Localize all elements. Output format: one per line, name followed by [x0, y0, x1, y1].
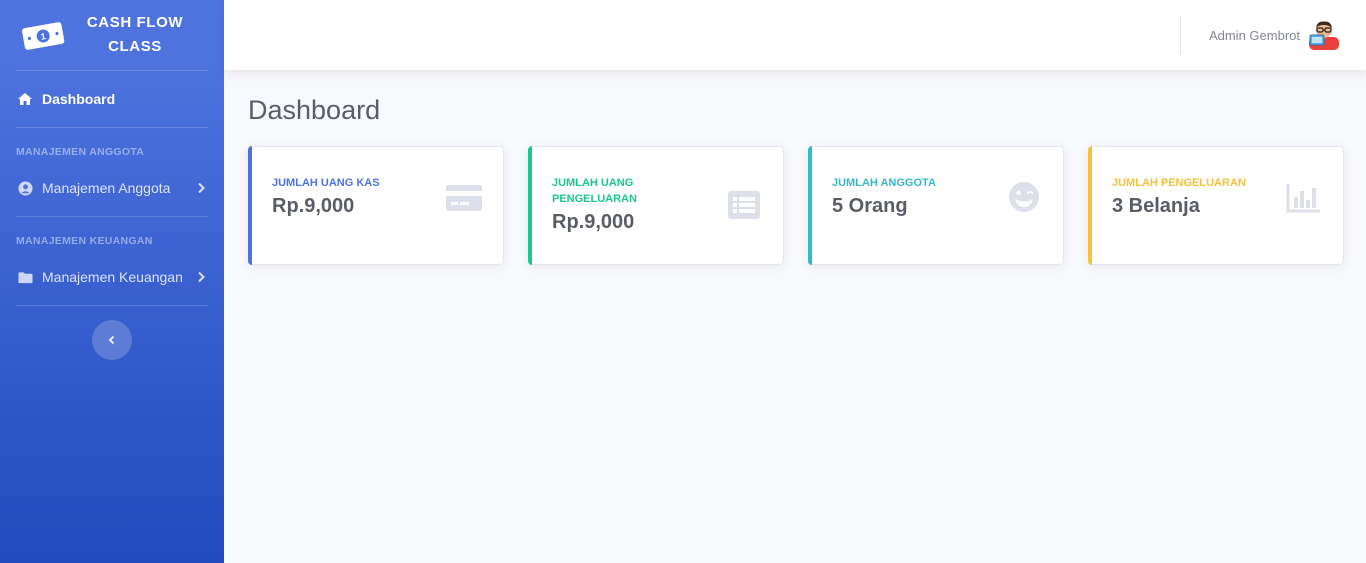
- folder-icon: [17, 269, 33, 285]
- user-name[interactable]: Admin Gembrot: [1209, 28, 1300, 43]
- card-label: JUMLAH UANG PENGELUARAN: [552, 177, 637, 205]
- topbar-divider: [1179, 16, 1181, 54]
- home-icon: [17, 91, 33, 107]
- sidebar: 1 CASH FLOW CLASS Dashboard MANAJEMEN AN…: [0, 0, 224, 563]
- card-jumlah-anggota[interactable]: JUMLAH ANGGOTA 5 Orang: [808, 146, 1064, 265]
- sidebar-item-dashboard[interactable]: Dashboard: [0, 71, 224, 127]
- grin-wink-icon: [1009, 182, 1039, 212]
- card-jumlah-uang-kas[interactable]: JUMLAH UANG KAS Rp.9,000: [248, 146, 504, 265]
- sidebar-heading-anggota: MANAJEMEN ANGGOTA: [16, 146, 145, 158]
- stat-cards: JUMLAH UANG KAS Rp.9,000 JUMLAH UANG PEN…: [248, 146, 1344, 265]
- user-circle-icon: [17, 180, 33, 196]
- programmer-avatar-icon[interactable]: [1308, 19, 1340, 51]
- topbar: Admin Gembrot: [224, 0, 1366, 70]
- card-value: Rp.9,000: [552, 211, 635, 233]
- chevron-right-icon: [198, 182, 205, 194]
- card-value: Rp.9,000: [272, 195, 355, 217]
- sidebar-item-label: Manajemen Keuangan: [42, 269, 183, 285]
- card-value: 5 Orang: [832, 195, 908, 217]
- app: 1 CASH FLOW CLASS Dashboard MANAJEMEN AN…: [0, 0, 1366, 563]
- sidebar-divider: [16, 305, 208, 306]
- chart-bar-icon: [1286, 184, 1320, 213]
- content: Dashboard JUMLAH UANG KAS Rp.9,000 JUMLA…: [224, 70, 1366, 289]
- chevron-right-icon: [198, 271, 205, 283]
- card-value: 3 Belanja: [1112, 195, 1200, 217]
- sidebar-item-manajemen-anggota[interactable]: Manajemen Anggota: [0, 160, 224, 216]
- card-label: JUMLAH UANG KAS: [272, 177, 380, 189]
- sidebar-toggle-button[interactable]: [92, 320, 132, 360]
- card-jumlah-uang-pengeluaran[interactable]: JUMLAH UANG PENGELUARAN Rp.9,000: [528, 146, 784, 265]
- sidebar-heading-keuangan: MANAJEMEN KEUANGAN: [16, 235, 153, 247]
- chevron-left-icon: [108, 335, 115, 345]
- credit-card-icon: [446, 185, 482, 211]
- main-area: Admin Gembrot Dashboard JUMLAH UANG KAS …: [224, 0, 1366, 563]
- list-icon: [728, 191, 760, 219]
- card-label: JUMLAH PENGELUARAN: [1112, 177, 1246, 189]
- sidebar-item-manajemen-keuangan[interactable]: Manajemen Keuangan: [0, 249, 224, 305]
- sidebar-item-label: Manajemen Anggota: [42, 180, 171, 196]
- money-bill-icon: 1: [22, 22, 65, 50]
- card-jumlah-pengeluaran[interactable]: JUMLAH PENGELUARAN 3 Belanja: [1088, 146, 1344, 265]
- page-title: Dashboard: [248, 95, 381, 125]
- card-label: JUMLAH ANGGOTA: [832, 177, 936, 189]
- brand[interactable]: 1 CASH FLOW CLASS: [0, 0, 224, 70]
- brand-title: CASH FLOW CLASS: [86, 14, 184, 55]
- sidebar-item-label: Dashboard: [42, 91, 116, 107]
